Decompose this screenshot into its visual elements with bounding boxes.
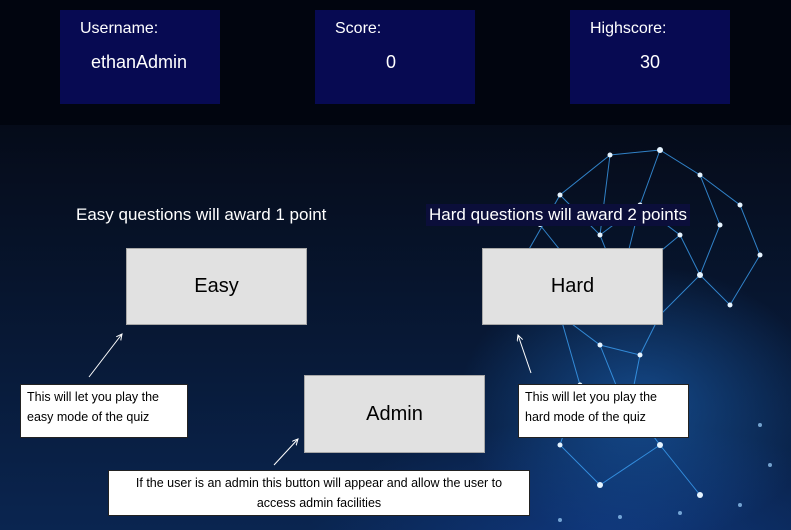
score-value: 0 xyxy=(386,52,397,72)
admin-note-line1: If the user is an admin this button will… xyxy=(135,476,503,490)
easy-button[interactable]: Easy xyxy=(126,248,307,325)
quiz-menu-screen: Username: ethanAdmin Score: 0 Highscore:… xyxy=(0,0,791,530)
highscore-value: 30 xyxy=(640,52,661,72)
admin-button[interactable]: Admin xyxy=(304,375,485,453)
hard-mode-note: This will let you play the hard mode of … xyxy=(518,384,689,438)
hard-note-line2: hard mode of the quiz xyxy=(525,410,646,424)
easy-note-line2: easy mode of the quiz xyxy=(27,410,150,424)
username-label: Username: xyxy=(80,20,159,37)
admin-note: If the user is an admin this button will… xyxy=(108,470,530,516)
highscore-label: Highscore: xyxy=(590,20,667,37)
easy-caption: Easy questions will award 1 point xyxy=(76,205,327,224)
score-label: Score: xyxy=(335,20,382,37)
username-panel: Username: ethanAdmin xyxy=(60,10,220,104)
highscore-panel: Highscore: 30 xyxy=(570,10,730,104)
score-panel: Score: 0 xyxy=(315,10,475,104)
easy-mode-note: This will let you play the easy mode of … xyxy=(20,384,188,438)
username-value: ethanAdmin xyxy=(91,52,188,72)
easy-note-line1: This will let you play the xyxy=(27,390,160,404)
admin-note-line2: access admin facilities xyxy=(256,496,382,510)
hard-button[interactable]: Hard xyxy=(482,248,663,325)
hard-caption: Hard questions will award 2 points xyxy=(426,204,690,226)
hard-note-line1: This will let you play the xyxy=(525,390,658,404)
